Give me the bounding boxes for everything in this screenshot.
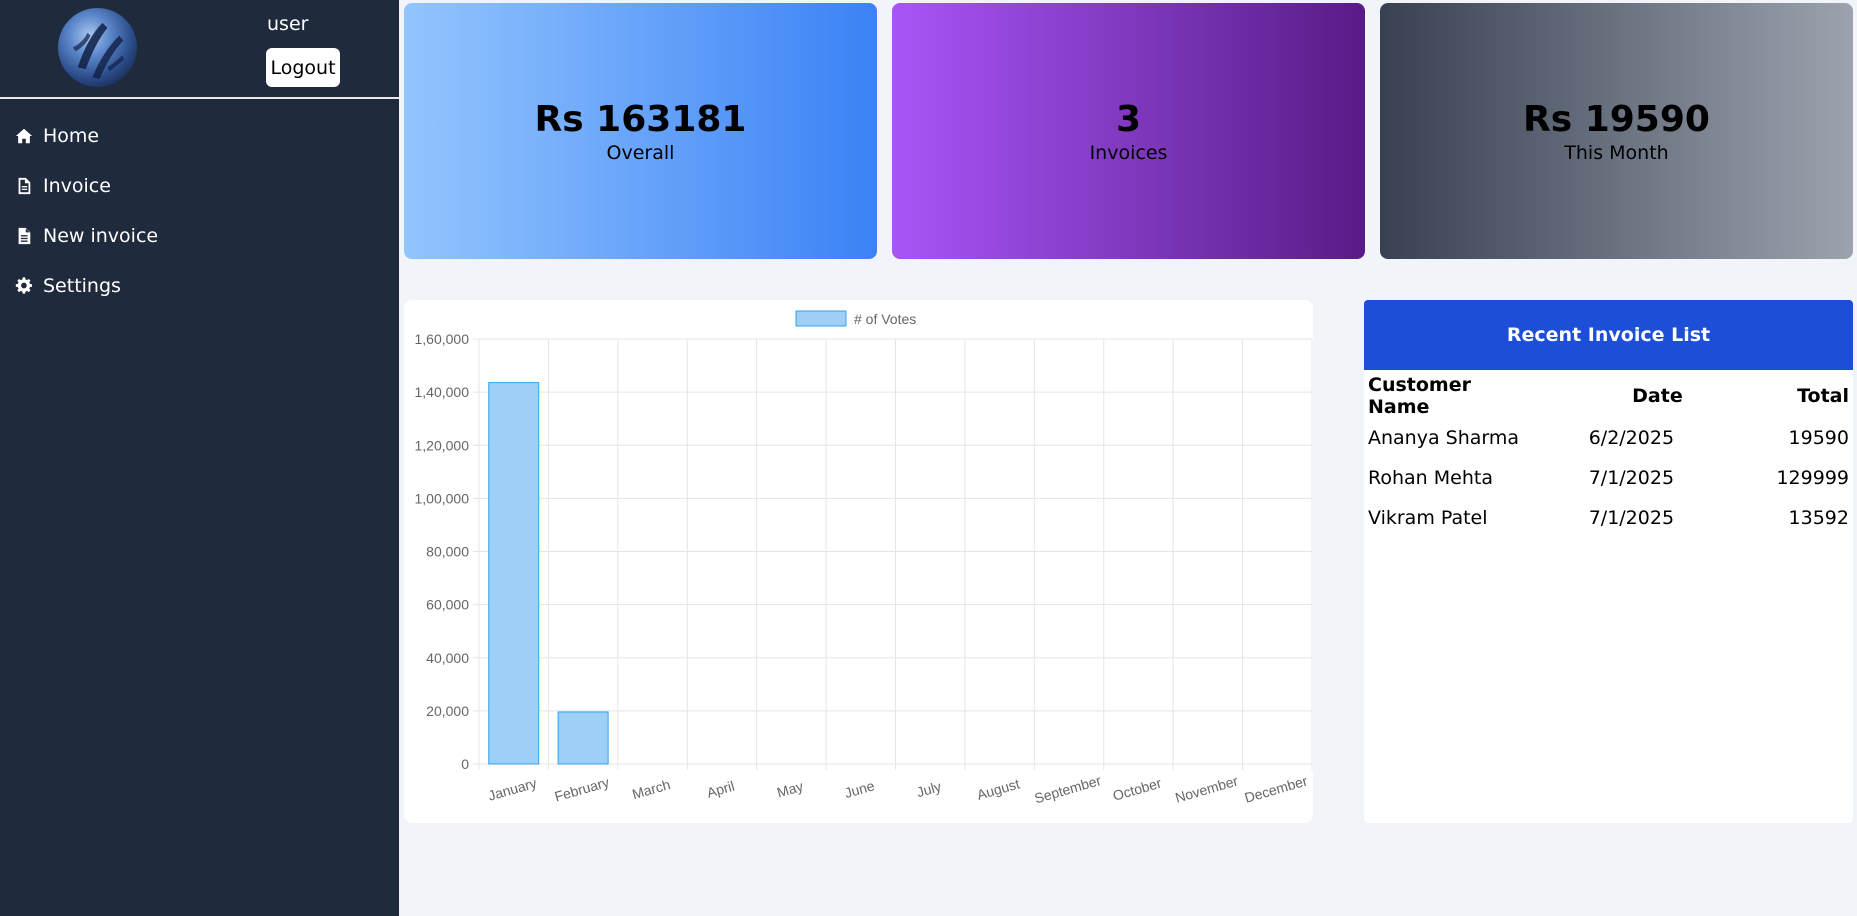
- sidebar-item-settings[interactable]: Settings: [0, 261, 399, 311]
- y-tick-label: 0: [461, 756, 469, 772]
- cell-date: 7/1/2025: [1588, 507, 1675, 529]
- cell-customer-name: Rohan Mehta: [1368, 467, 1493, 489]
- sidebar-item-new-invoice[interactable]: New invoice: [0, 211, 399, 261]
- cell-customer-name: Ananya Sharma: [1368, 427, 1520, 449]
- avatar-image: [72, 22, 125, 80]
- cell-total: 13592: [1788, 507, 1849, 529]
- file-text-icon: [13, 225, 35, 247]
- chart-canvas: 0 20,000 40,000 60,000 80,000 1,00,000 1,20,00…: [415, 310, 1313, 806]
- chart-bar: [488, 382, 540, 765]
- x-tick-label: April: [705, 778, 736, 801]
- stat-value: 3: [1115, 99, 1142, 140]
- stat-card-this-month: Rs 19590 This Month: [1380, 3, 1853, 259]
- username: user: [267, 13, 309, 35]
- table-row[interactable]: Ananya Sharma 6/2/2025 19590: [1364, 418, 1853, 458]
- x-tick-label: December: [1243, 773, 1310, 806]
- column-header-customer-name: Customer Name: [1368, 374, 1471, 418]
- x-tick-label: May: [775, 778, 805, 801]
- column-header-total: Total: [1797, 385, 1849, 407]
- x-tick-label: January: [486, 775, 538, 804]
- sidebar-item-label: Home: [43, 125, 100, 147]
- gear-icon: [13, 275, 35, 297]
- y-tick-label: 1,40,000: [415, 384, 470, 400]
- y-tick-label: 80,000: [426, 544, 469, 560]
- cell-total: 19590: [1788, 427, 1849, 449]
- recent-invoice-table: Customer Name Date Total Ananya Sharma 6…: [1364, 374, 1853, 538]
- logout-button[interactable]: Logout: [266, 48, 340, 87]
- home-icon: [13, 125, 35, 147]
- sidebar-header: user Logout: [0, 0, 399, 99]
- avatar: [58, 8, 137, 87]
- x-tick-label: July: [915, 778, 943, 800]
- table-header-row: Customer Name Date Total: [1364, 374, 1853, 418]
- sidebar-nav: Home Invoice New invoice Settings: [0, 111, 399, 311]
- cell-date: 6/2/2025: [1588, 427, 1675, 449]
- file-icon: [13, 175, 35, 197]
- y-tick-label: 20,000: [426, 703, 469, 719]
- table-row[interactable]: Vikram Patel 7/1/2025 13592: [1364, 498, 1853, 538]
- cell-customer-name: Vikram Patel: [1368, 507, 1488, 529]
- sidebar-item-label: Settings: [43, 275, 121, 297]
- sidebar-item-label: Invoice: [43, 175, 111, 197]
- stat-value: Rs 19590: [1523, 99, 1710, 140]
- x-tick-label: August: [975, 775, 1021, 802]
- sidebar-item-label: New invoice: [43, 225, 159, 247]
- y-tick-label: 1,20,000: [415, 437, 470, 453]
- cell-total: 129999: [1776, 467, 1849, 489]
- table-row[interactable]: Rohan Mehta 7/1/2025 129999: [1364, 458, 1853, 498]
- y-tick-label: 40,000: [426, 650, 469, 666]
- x-tick-label: October: [1111, 775, 1164, 804]
- legend-swatch: [795, 310, 847, 327]
- recent-invoice-title: Recent Invoice List: [1364, 300, 1853, 370]
- monthly-bar-chart: 0 20,000 40,000 60,000 80,000 1,00,000 1,20,00…: [404, 300, 1313, 823]
- x-tick-label: February: [553, 774, 611, 805]
- stat-label: Invoices: [1089, 142, 1168, 164]
- chart-bar: [557, 711, 609, 765]
- stat-value: Rs 163181: [534, 99, 747, 140]
- x-tick-label: September: [1033, 772, 1104, 806]
- sidebar-item-invoice[interactable]: Invoice: [0, 161, 399, 211]
- x-tick-label: November: [1173, 773, 1240, 806]
- sidebar-item-home[interactable]: Home: [0, 111, 399, 161]
- legend-label: # of Votes: [854, 311, 916, 327]
- cell-date: 7/1/2025: [1588, 467, 1675, 489]
- y-tick-label: 1,60,000: [415, 331, 470, 347]
- x-tick-label: June: [843, 777, 877, 801]
- sidebar: user Logout Home Invoice New invoice Set…: [0, 0, 399, 916]
- recent-invoice-panel: Recent Invoice List Customer Name Date T…: [1364, 300, 1853, 823]
- stat-card-invoices: 3 Invoices: [892, 3, 1365, 259]
- stat-card-overall: Rs 163181 Overall: [404, 3, 877, 259]
- stat-label: This Month: [1564, 142, 1669, 164]
- x-tick-label: March: [630, 776, 672, 802]
- y-tick-label: 60,000: [426, 597, 469, 613]
- column-header-date: Date: [1632, 385, 1683, 407]
- y-tick-label: 1,00,000: [415, 490, 470, 506]
- stat-label: Overall: [606, 142, 675, 164]
